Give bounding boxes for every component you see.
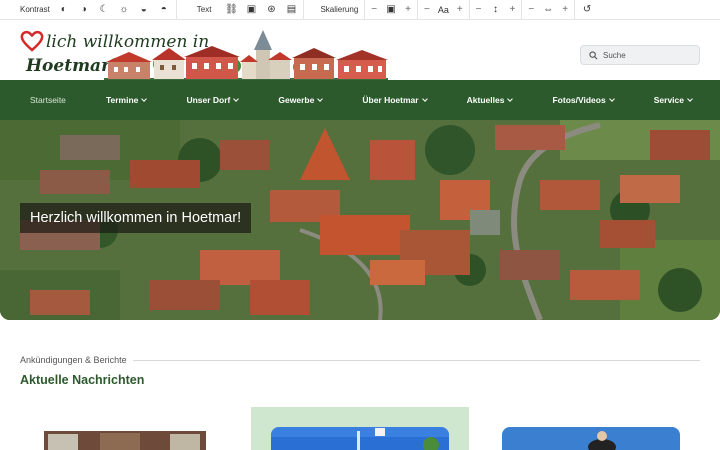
accessibility-toolbar: Kontrast ◐ ◑ ☾ ☼ ◒ ◓ Text ⛓ ▣ ⊛ ▤ Skalie… [0, 0, 720, 20]
nav-item-service[interactable]: Service [653, 95, 693, 105]
text-group: Text ⛓ ▣ ⊛ ▤ [177, 0, 305, 20]
search-input[interactable] [603, 50, 693, 60]
chevron-down-icon [233, 96, 240, 102]
reset-icon[interactable]: ↺ [581, 4, 593, 16]
news-card-image[interactable] [271, 427, 449, 450]
section-kicker-text: Ankündigungen & Berichte [20, 355, 127, 365]
site-logo[interactable]: lich willkommen in Hoetmar [20, 28, 390, 80]
nav-item-label: Termine [105, 95, 139, 105]
nav-item-fotos-videos[interactable]: Fotos/Videos [552, 95, 615, 105]
search-icon [589, 50, 598, 59]
news-card-image[interactable] [40, 427, 218, 450]
main-navigation: Startseite Termine Unser Dorf Gewerbe Üb… [0, 80, 720, 120]
nav-item-label: Fotos/Videos [552, 95, 606, 105]
news-card-photo [502, 427, 680, 450]
line-height-group: − ↕ + [470, 0, 523, 20]
hero-caption: Herzlich willkommen in Hoetmar! [20, 203, 252, 233]
chevron-down-icon [317, 96, 324, 102]
nav-item-gewerbe[interactable]: Gewerbe [278, 95, 324, 105]
news-card[interactable] [251, 407, 469, 450]
news-card[interactable] [20, 407, 238, 450]
hero-banner: Herzlich willkommen in Hoetmar! [0, 120, 720, 320]
contrast-invert-icon[interactable]: ◑ [78, 4, 90, 16]
site-header: lich willkommen in Hoetmar [0, 20, 720, 80]
news-card-photo [271, 427, 449, 450]
heart-icon [20, 30, 44, 52]
nav-item-label: Gewerbe [278, 95, 315, 105]
contrast-label: Kontrast [20, 5, 50, 14]
section-title: Aktuelle Nachrichten [20, 373, 145, 387]
zoom-minus-button[interactable]: − [371, 4, 377, 15]
low-saturation-icon[interactable]: ◒ [138, 4, 150, 16]
line-height-minus-button[interactable]: − [476, 4, 482, 15]
zoom-group: − ▣ + [365, 0, 418, 20]
font-plus-button[interactable]: + [457, 4, 463, 15]
nav-item-startseite[interactable]: Startseite [30, 95, 66, 105]
nav-item-aktuelles[interactable]: Aktuelles [466, 95, 514, 105]
letter-spacing-group: − ⇔ + [522, 0, 576, 20]
link-highlight-icon[interactable]: ⛓ [225, 4, 238, 16]
nav-item-label: Aktuelles [466, 95, 505, 105]
reading-guide-icon[interactable]: ▤ [285, 4, 297, 16]
nav-item-unser-dorf[interactable]: Unser Dorf [186, 95, 240, 105]
chevron-down-icon [421, 96, 428, 102]
scale-label: Skalierung [320, 5, 359, 14]
chevron-down-icon [687, 96, 693, 102]
village-skyline-illustration [104, 30, 388, 80]
search-box[interactable] [580, 45, 700, 65]
nav-item-label: Startseite [30, 95, 66, 105]
zoom-icon: ▣ [386, 4, 396, 15]
divider [132, 359, 700, 361]
logo-line-2: Hoetmar [26, 56, 111, 76]
chevron-down-icon [507, 96, 514, 102]
news-card-image[interactable] [502, 427, 680, 450]
font-size-group: − Aa + [418, 0, 470, 20]
text-spacing-icon[interactable]: ⊛ [265, 4, 277, 16]
section-kicker: Ankündigungen & Berichte [20, 355, 700, 365]
dark-mode-moon-icon[interactable]: ☾ [98, 4, 110, 16]
font-size-icon: Aa [437, 4, 449, 15]
chevron-down-icon [141, 96, 148, 102]
reset-group: ↺ [575, 0, 599, 20]
nav-item-label: Über Hoetmar [362, 95, 419, 105]
high-saturation-icon[interactable]: ◓ [158, 4, 170, 16]
letter-spacing-minus-button[interactable]: − [528, 4, 534, 15]
nav-item-ueber-hoetmar[interactable]: Über Hoetmar [362, 95, 428, 105]
news-card-photo [40, 427, 218, 450]
letter-spacing-plus-button[interactable]: + [562, 4, 568, 15]
readable-font-icon[interactable]: ▣ [245, 4, 257, 16]
chevron-down-icon [608, 96, 615, 102]
line-height-icon: ↕ [493, 4, 499, 15]
zoom-plus-button[interactable]: + [405, 4, 411, 15]
nav-item-label: Unser Dorf [186, 95, 231, 105]
letter-spacing-icon: ⇔ [543, 4, 554, 15]
light-mode-sun-icon[interactable]: ☼ [118, 4, 130, 16]
news-card[interactable] [482, 407, 700, 450]
text-label: Text [196, 5, 212, 14]
nav-item-label: Service [653, 95, 684, 105]
line-height-plus-button[interactable]: + [510, 4, 516, 15]
contrast-half-icon[interactable]: ◐ [58, 4, 70, 16]
contrast-group: Kontrast ◐ ◑ ☾ ☼ ◒ ◓ [0, 0, 177, 20]
nav-item-termine[interactable]: Termine [105, 95, 148, 105]
font-minus-button[interactable]: − [424, 4, 430, 15]
scale-group: Skalierung [304, 0, 366, 20]
